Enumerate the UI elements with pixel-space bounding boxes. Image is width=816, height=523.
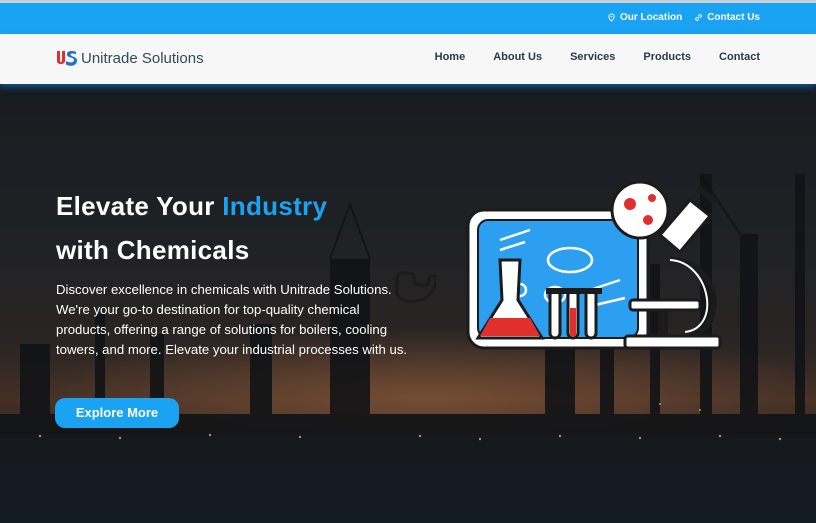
hero-title-accent: Industry bbox=[222, 191, 328, 221]
hero-section: Elevate Your Industry with Chemicals Dis… bbox=[0, 84, 816, 523]
nav-products[interactable]: Products bbox=[643, 51, 691, 63]
nav-about-us[interactable]: About Us bbox=[493, 51, 542, 63]
nav-contact[interactable]: Contact bbox=[719, 51, 760, 63]
our-location-label: Our Location bbox=[619, 12, 683, 23]
brand-name: Unitrade Solutions bbox=[81, 50, 204, 67]
nav-services[interactable]: Services bbox=[570, 51, 615, 63]
main-navbar: Unitrade Solutions Home About Us Service… bbox=[0, 34, 816, 84]
chemistry-illustration-icon bbox=[466, 180, 722, 350]
hero-title-part1: Elevate Your bbox=[56, 191, 223, 221]
topbar-links: Our Location Contact Us bbox=[607, 12, 760, 23]
main-nav: Home About Us Services Products Contact bbox=[435, 51, 760, 63]
hero-title-line2: with Chemicals bbox=[56, 235, 250, 265]
contact-us-link[interactable]: Contact Us bbox=[694, 12, 760, 23]
phone-icon bbox=[394, 271, 436, 304]
hero-description: Discover excellence in chemicals with Un… bbox=[56, 282, 408, 357]
contact-us-label: Contact Us bbox=[707, 12, 760, 23]
brand-logo[interactable]: Unitrade Solutions bbox=[56, 50, 204, 67]
hero-title: Elevate Your Industry with Chemicals bbox=[56, 184, 327, 272]
map-pin-icon bbox=[608, 13, 615, 22]
nav-home[interactable]: Home bbox=[435, 51, 466, 63]
our-location-link[interactable]: Our Location bbox=[607, 12, 682, 23]
unitrade-logo-icon bbox=[57, 51, 77, 66]
link-icon bbox=[695, 14, 703, 21]
top-info-bar: Our Location Contact Us bbox=[0, 0, 816, 34]
explore-more-button[interactable]: Explore More bbox=[55, 398, 179, 428]
